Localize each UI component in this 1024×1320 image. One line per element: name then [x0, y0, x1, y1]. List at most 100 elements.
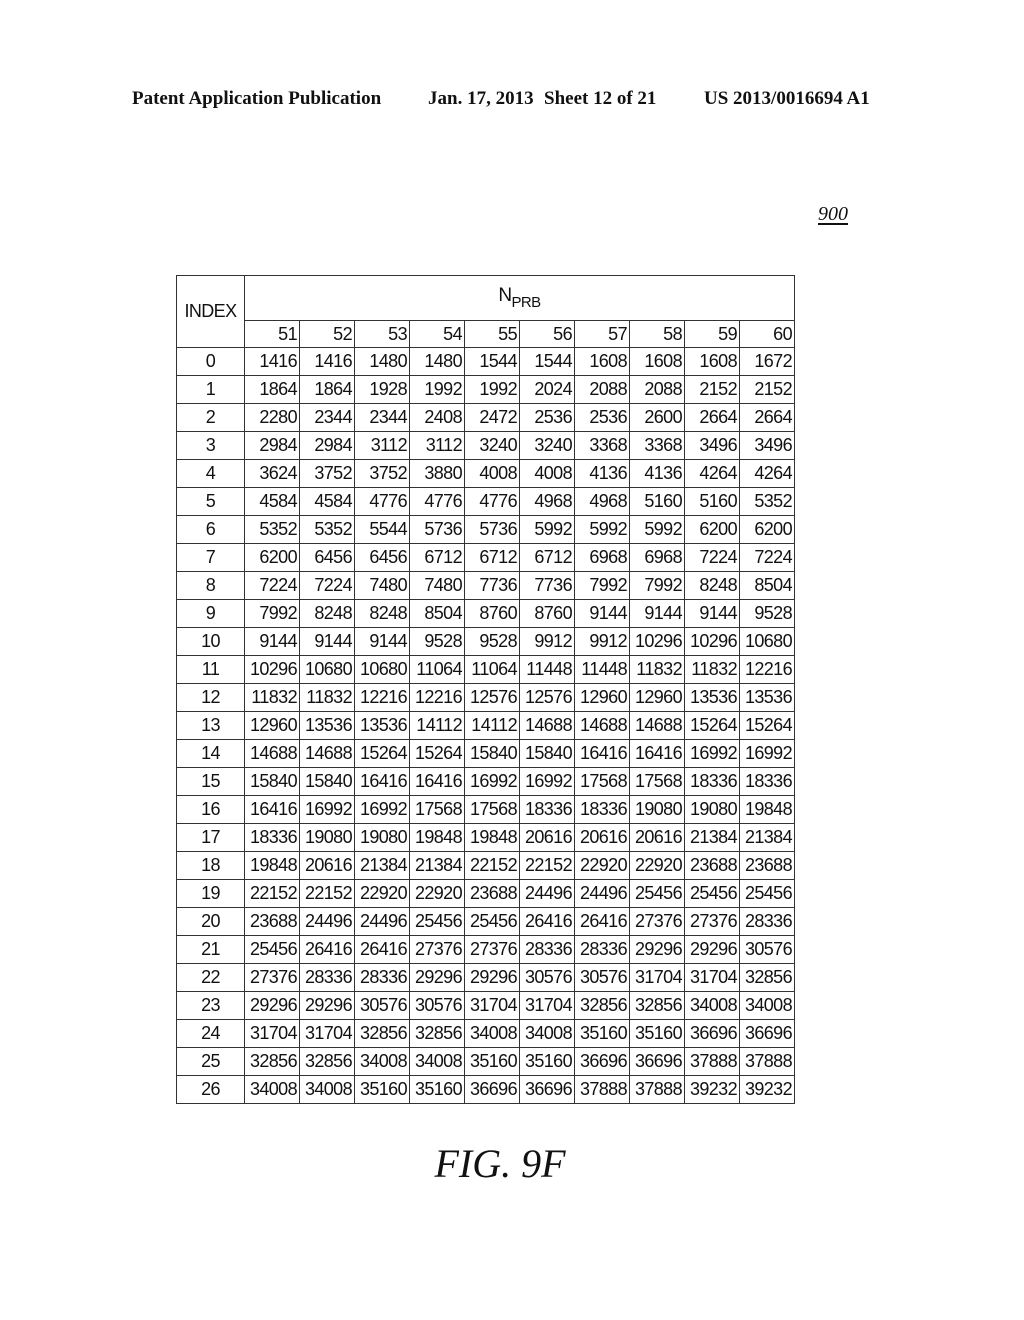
tbs-value-cell: 18336 — [684, 767, 740, 796]
tbs-value-cell: 5160 — [629, 487, 685, 516]
column-header-nprb: 54 — [409, 320, 465, 348]
tbs-value-cell: 29296 — [684, 935, 740, 964]
tbs-value-cell: 6712 — [519, 543, 575, 572]
tbs-value-cell: 19080 — [299, 823, 355, 852]
tbs-value-cell: 8760 — [464, 599, 520, 628]
tbs-value-cell: 13536 — [684, 683, 740, 712]
tbs-value-cell: 13536 — [739, 683, 795, 712]
tbs-value-cell: 30576 — [409, 991, 465, 1020]
tbs-value-cell: 24496 — [354, 907, 410, 936]
tbs-value-cell: 5992 — [519, 515, 575, 544]
tbs-value-cell: 7224 — [684, 543, 740, 572]
row-index-cell: 2 — [176, 403, 245, 432]
tbs-value-cell: 2024 — [519, 375, 575, 404]
tbs-value-cell: 35160 — [519, 1047, 575, 1076]
tbs-value-cell: 14112 — [409, 711, 465, 740]
tbs-value-cell: 32856 — [244, 1047, 300, 1076]
tbs-value-cell: 18336 — [574, 795, 630, 824]
tbs-value-cell: 23688 — [244, 907, 300, 936]
tbs-value-cell: 16992 — [299, 795, 355, 824]
tbs-value-cell: 22152 — [519, 851, 575, 880]
tbs-value-cell: 1608 — [629, 347, 685, 376]
table-row: 0 1416 1416 1480 1480 1544 1544 1608 1608 1608 167… — [176, 347, 795, 376]
tbs-value-cell: 20616 — [629, 823, 685, 852]
tbs-value-cell: 3752 — [299, 459, 355, 488]
column-header-nprb: 57 — [574, 320, 630, 348]
column-header-nprb: 59 — [684, 320, 740, 348]
tbs-value-cell: 28336 — [739, 907, 795, 936]
tbs-value-cell: 3496 — [684, 431, 740, 460]
tbs-value-cell: 31704 — [464, 991, 520, 1020]
tbs-value-cell: 31704 — [629, 963, 685, 992]
tbs-value-cell: 34008 — [684, 991, 740, 1020]
tbs-value-cell: 1864 — [244, 375, 300, 404]
column-header-nprb: 60 — [739, 320, 795, 348]
tbs-value-cell: 4136 — [574, 459, 630, 488]
tbs-value-cell: 5352 — [244, 515, 300, 544]
tbs-value-cell: 16416 — [629, 739, 685, 768]
tbs-value-cell: 28336 — [299, 963, 355, 992]
tbs-value-cell: 16992 — [739, 739, 795, 768]
tbs-value-cell: 8760 — [519, 599, 575, 628]
publication-label: Patent Application Publication — [132, 88, 382, 109]
nprb-label-main: N — [498, 285, 512, 306]
tbs-value-cell: 2536 — [519, 403, 575, 432]
tbs-value-cell: 2088 — [629, 375, 685, 404]
tbs-value-cell: 21384 — [684, 823, 740, 852]
column-header-nprb: 56 — [519, 320, 575, 348]
column-header-nprb: 51 — [244, 320, 300, 348]
tbs-value-cell: 5352 — [739, 487, 795, 516]
row-index-cell: 1 — [176, 375, 245, 404]
tbs-value-cell: 36696 — [519, 1075, 575, 1104]
tbs-value-cell: 9912 — [519, 627, 575, 656]
tbs-value-cell: 34008 — [739, 991, 795, 1020]
tbs-value-cell: 16992 — [519, 767, 575, 796]
table-row: 15 15840 15840 16416 16416 16992 16992 17568 175… — [176, 767, 795, 796]
tbs-value-cell: 7992 — [244, 599, 300, 628]
tbs-value-cell: 15840 — [244, 767, 300, 796]
tbs-value-cell: 27376 — [464, 935, 520, 964]
row-index-cell: 19 — [176, 879, 245, 908]
tbs-value-cell: 5160 — [684, 487, 740, 516]
tbs-value-cell: 3624 — [244, 459, 300, 488]
tbs-value-cell: 36696 — [629, 1047, 685, 1076]
tbs-value-cell: 11832 — [244, 683, 300, 712]
tbs-value-cell: 2344 — [354, 403, 410, 432]
tbs-value-cell: 4968 — [574, 487, 630, 516]
tbs-value-cell: 19848 — [244, 851, 300, 880]
row-index-cell: 25 — [176, 1047, 245, 1076]
tbs-value-cell: 1928 — [354, 375, 410, 404]
tbs-value-cell: 6968 — [629, 543, 685, 572]
tbs-value-cell: 35160 — [409, 1075, 465, 1104]
tbs-value-cell: 32856 — [299, 1047, 355, 1076]
tbs-value-cell: 26416 — [574, 907, 630, 936]
tbs-value-cell: 29296 — [299, 991, 355, 1020]
tbs-value-cell: 7736 — [519, 571, 575, 600]
tbs-value-cell: 2984 — [244, 431, 300, 460]
table-row: 10 9144 9144 9144 9528 9528 9912 9912 10296 10296… — [176, 627, 795, 656]
tbs-value-cell: 16992 — [464, 767, 520, 796]
tbs-value-cell: 15264 — [354, 739, 410, 768]
index-column-header: INDEX — [176, 275, 245, 348]
tbs-value-cell: 6200 — [684, 515, 740, 544]
row-index-cell: 17 — [176, 823, 245, 852]
sheet-number: Sheet 12 of 21 — [544, 88, 657, 109]
tbs-value-cell: 9144 — [684, 599, 740, 628]
column-header-nprb: 52 — [299, 320, 355, 348]
tbs-value-cell: 5352 — [299, 515, 355, 544]
tbs-value-cell: 37888 — [684, 1047, 740, 1076]
tbs-value-cell: 6712 — [409, 543, 465, 572]
tbs-value-cell: 1480 — [409, 347, 465, 376]
tbs-value-cell: 37888 — [574, 1075, 630, 1104]
row-index-cell: 12 — [176, 683, 245, 712]
table-row: 1 1864 1864 1928 1992 1992 2024 2088 2088 2152 215… — [176, 375, 795, 404]
tbs-value-cell: 34008 — [519, 1019, 575, 1048]
table-row: 11 10296 10680 10680 11064 11064 11448 11448 118… — [176, 655, 795, 684]
table-row: 26 34008 34008 35160 35160 36696 36696 37888 378… — [176, 1075, 795, 1104]
patent-number: US 2013/0016694 A1 — [704, 88, 870, 109]
table-row: 3 2984 2984 3112 3112 3240 3240 3368 3368 3496 349… — [176, 431, 795, 460]
tbs-value-cell: 2472 — [464, 403, 520, 432]
table-row: 17 18336 19080 19080 19848 19848 20616 20616 206… — [176, 823, 795, 852]
tbs-value-cell: 36696 — [684, 1019, 740, 1048]
tbs-value-cell: 25456 — [244, 935, 300, 964]
